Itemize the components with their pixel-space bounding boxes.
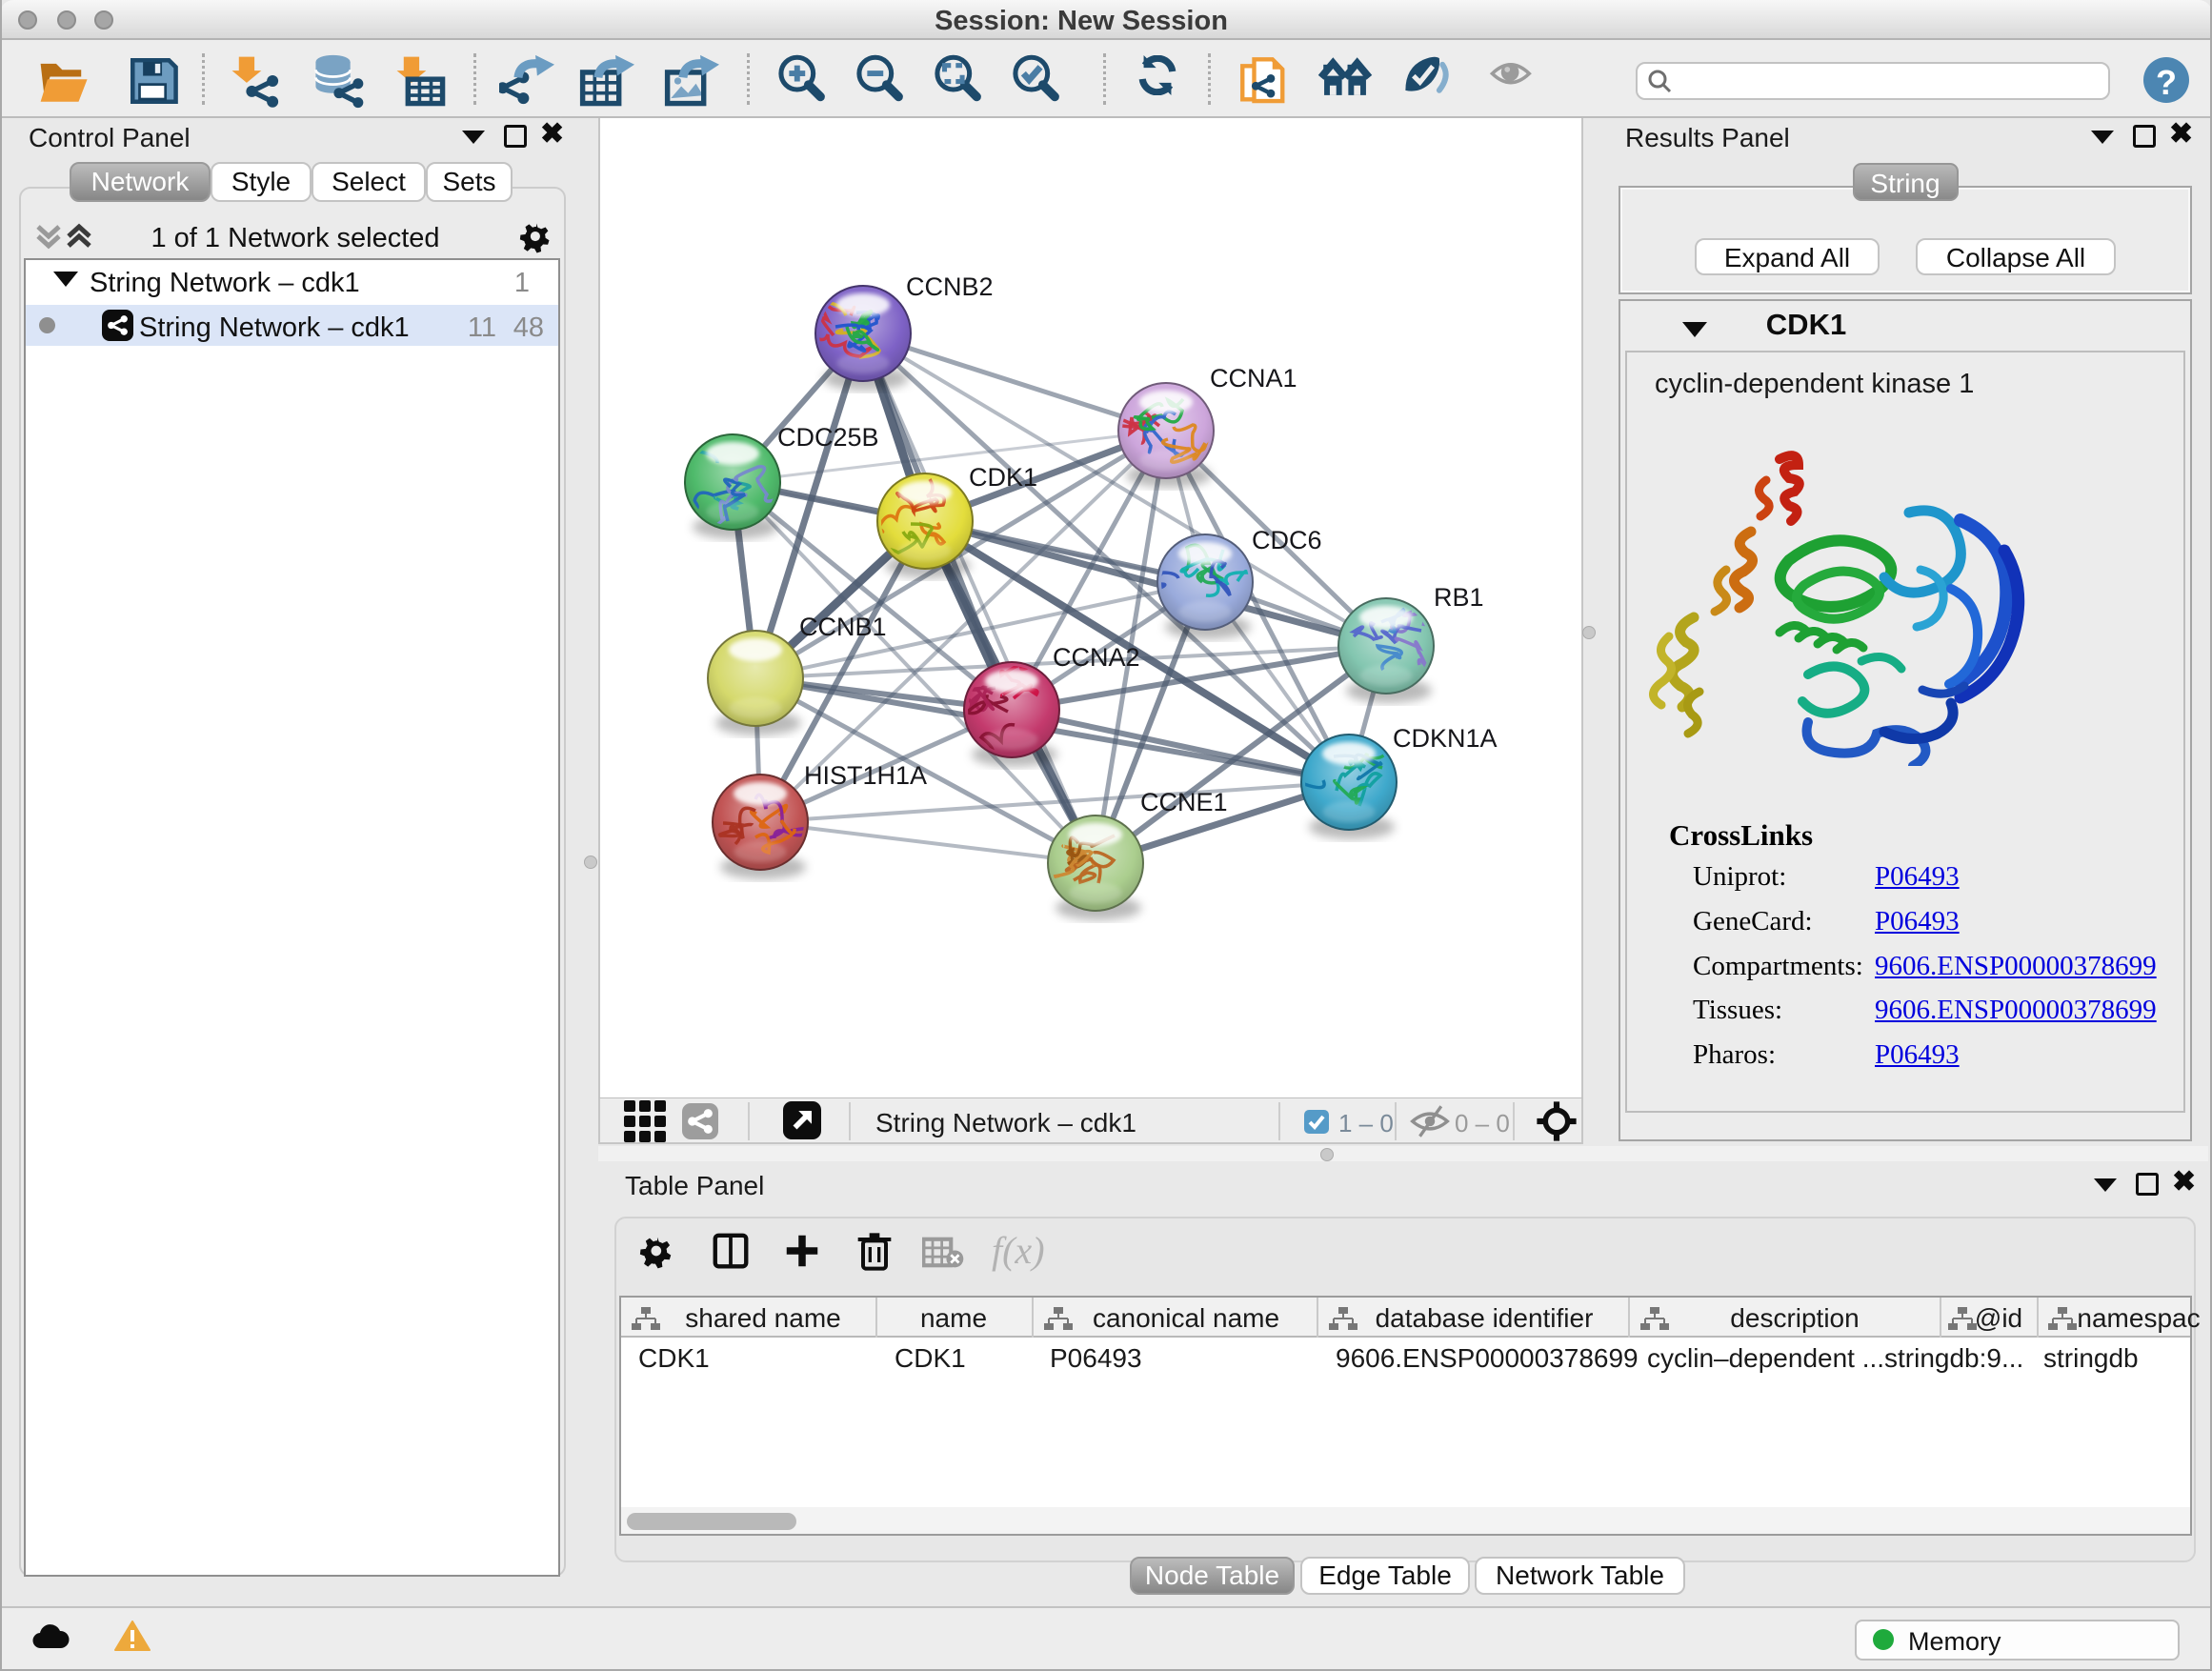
svg-text:CDK1: CDK1 xyxy=(969,463,1037,492)
svg-text:CCNE1: CCNE1 xyxy=(1140,788,1228,816)
svg-text:HIST1H1A: HIST1H1A xyxy=(804,761,927,790)
svg-text:CDC6: CDC6 xyxy=(1252,526,1322,554)
svg-text:CDC25B: CDC25B xyxy=(777,423,879,452)
svg-text:RB1: RB1 xyxy=(1434,583,1484,612)
svg-text:CCNA2: CCNA2 xyxy=(1053,643,1140,672)
svg-text:CDKN1A: CDKN1A xyxy=(1393,724,1498,753)
svg-text:CCNA1: CCNA1 xyxy=(1210,364,1297,393)
svg-text:CCNB2: CCNB2 xyxy=(906,272,994,301)
svg-text:CCNB1: CCNB1 xyxy=(799,613,887,641)
